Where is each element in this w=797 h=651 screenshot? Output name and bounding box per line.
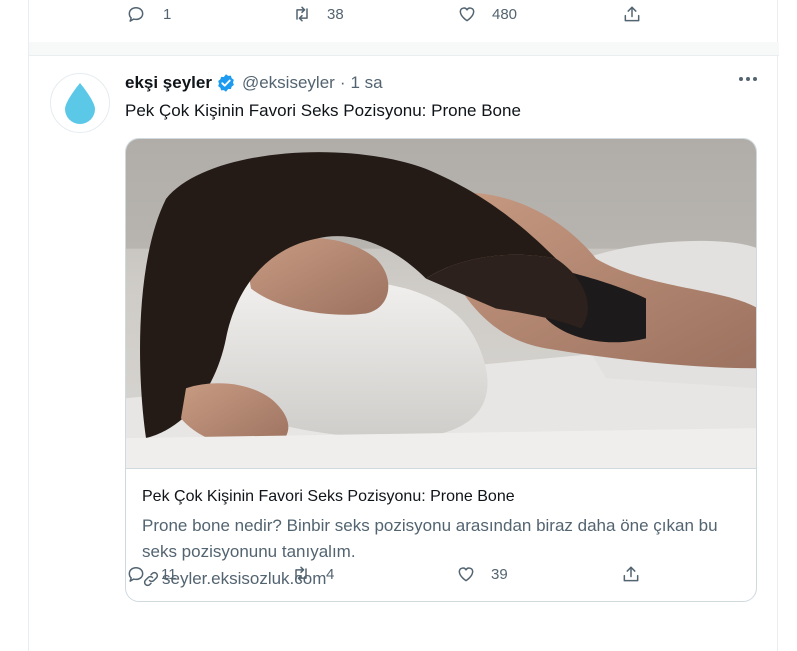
share-icon: [620, 563, 642, 585]
heart-icon: [455, 563, 477, 585]
author-name[interactable]: ekşi şeyler: [125, 73, 212, 93]
tweet-separator: [29, 42, 779, 56]
header-separator: ·: [339, 73, 346, 92]
water-drop-icon: [65, 83, 95, 124]
tweet-text: Pek Çok Kişinin Favori Seks Pozisyonu: P…: [125, 101, 521, 120]
prev-tweet-action-bar: 1 38 480: [125, 3, 685, 25]
heart-icon: [456, 3, 478, 25]
reply-button[interactable]: 1: [125, 3, 291, 25]
retweet-button[interactable]: 38: [291, 3, 456, 25]
like-count: 39: [491, 565, 508, 583]
retweet-count: 4: [326, 565, 335, 583]
retweet-icon: [290, 563, 312, 585]
author-handle[interactable]: @eksiseyler: [242, 73, 335, 93]
more-dot-icon: [739, 77, 743, 81]
avatar[interactable]: [50, 73, 110, 133]
woman-sleeping-on-pillow-image: [126, 139, 756, 468]
more-dot-icon: [746, 77, 750, 81]
retweet-count: 38: [327, 5, 344, 23]
card-image[interactable]: [126, 139, 756, 469]
tweet-action-bar: 11 4 39: [125, 563, 685, 585]
like-button[interactable]: 480: [456, 3, 621, 25]
retweet-button[interactable]: 4: [290, 563, 455, 585]
share-button[interactable]: [621, 3, 643, 25]
tweet-timestamp[interactable]: 1 sa: [350, 73, 382, 93]
reply-count: 1: [163, 5, 172, 23]
like-count: 480: [492, 5, 518, 23]
like-button[interactable]: 39: [455, 563, 620, 585]
more-dot-icon: [753, 77, 757, 81]
card-title: Pek Çok Kişinin Favori Seks Pozisyonu: P…: [142, 488, 515, 505]
reply-icon: [125, 563, 147, 585]
verified-badge-icon: [216, 73, 236, 93]
share-button[interactable]: [620, 563, 642, 585]
more-options-button[interactable]: [739, 77, 757, 81]
reply-count: 11: [161, 565, 177, 583]
share-icon: [621, 3, 643, 25]
tweet[interactable]: ekşi şeyler @eksiseyler · 1 sa Pek Çok K…: [29, 57, 779, 651]
tweet-header: ekşi şeyler @eksiseyler · 1 sa: [125, 73, 383, 93]
reply-icon: [125, 3, 147, 25]
link-card[interactable]: Pek Çok Kişinin Favori Seks Pozisyonu: P…: [125, 138, 757, 602]
retweet-icon: [291, 3, 313, 25]
reply-button[interactable]: 11: [125, 563, 290, 585]
card-description: Prone bone nedir? Binbir seks pozisyonu …: [142, 516, 718, 561]
timeline: 1 38 480 ekşi şeyler @eksiseyler · 1 sa …: [28, 0, 779, 651]
